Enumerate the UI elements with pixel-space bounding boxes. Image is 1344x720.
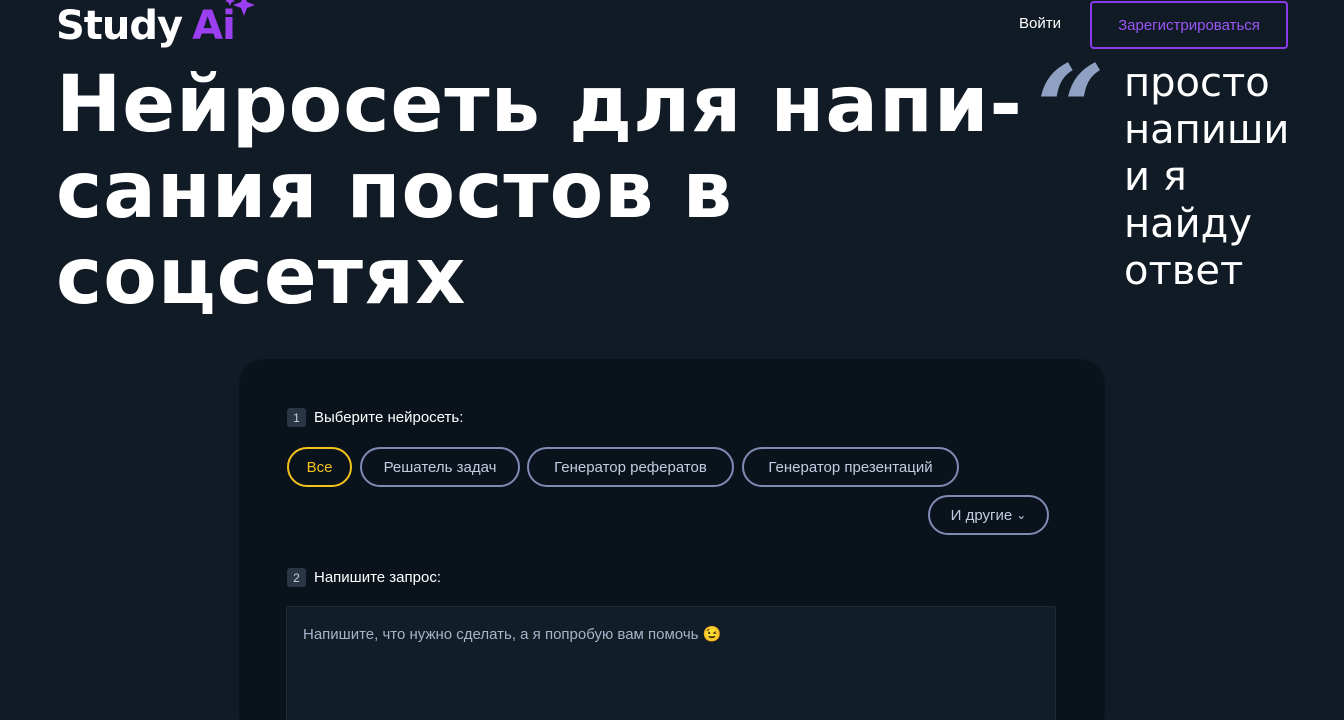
hero-title-line: соцсетях: [56, 232, 467, 322]
logo-ai-text: Ai: [192, 0, 256, 46]
logo-study-text: Study: [56, 3, 183, 49]
more-networks-label: И другие: [950, 506, 1013, 524]
step-write-request: 2 Напишите запрос:: [287, 568, 441, 587]
step-label: Напишите запрос:: [314, 569, 441, 586]
logo[interactable]: Study Ai: [56, 0, 256, 49]
hero-title-line: Нейросеть для напи-: [56, 60, 1023, 150]
chip-all[interactable]: Все: [287, 447, 352, 487]
tagline-line: просто: [1124, 60, 1270, 106]
tagline-line: найду: [1124, 201, 1252, 247]
tagline-line: напиши: [1124, 107, 1290, 153]
ai-request-card: 1 Выберите нейросеть: Все Решатель задач…: [239, 359, 1105, 720]
hero-title: Нейросеть для напи- сания постов в соцсе…: [56, 60, 1023, 322]
quote-mark-icon: “: [1036, 39, 1106, 180]
login-link[interactable]: Войти: [1019, 15, 1061, 32]
sparkle-icon: [225, 0, 256, 16]
chip-presentation-generator[interactable]: Генератор презентаций: [742, 447, 959, 487]
chevron-down-icon: ⌄: [1016, 508, 1027, 522]
request-input[interactable]: [286, 606, 1056, 720]
step-number: 1: [287, 408, 306, 427]
chip-essay-generator[interactable]: Генератор рефератов: [527, 447, 734, 487]
tagline-line: и я: [1124, 154, 1187, 200]
tagline-line: ответ: [1124, 248, 1244, 294]
chip-task-solver[interactable]: Решатель задач: [360, 447, 520, 487]
step-number: 2: [287, 568, 306, 587]
register-button[interactable]: Зарегистрироваться: [1090, 1, 1288, 49]
more-networks-dropdown[interactable]: И другие ⌄: [928, 495, 1049, 535]
step-select-network: 1 Выберите нейросеть:: [287, 408, 463, 427]
hero-title-line: сания постов в: [56, 146, 734, 236]
step-label: Выберите нейросеть:: [314, 409, 464, 426]
tagline: просто напиши и я найду ответ: [1124, 60, 1324, 295]
